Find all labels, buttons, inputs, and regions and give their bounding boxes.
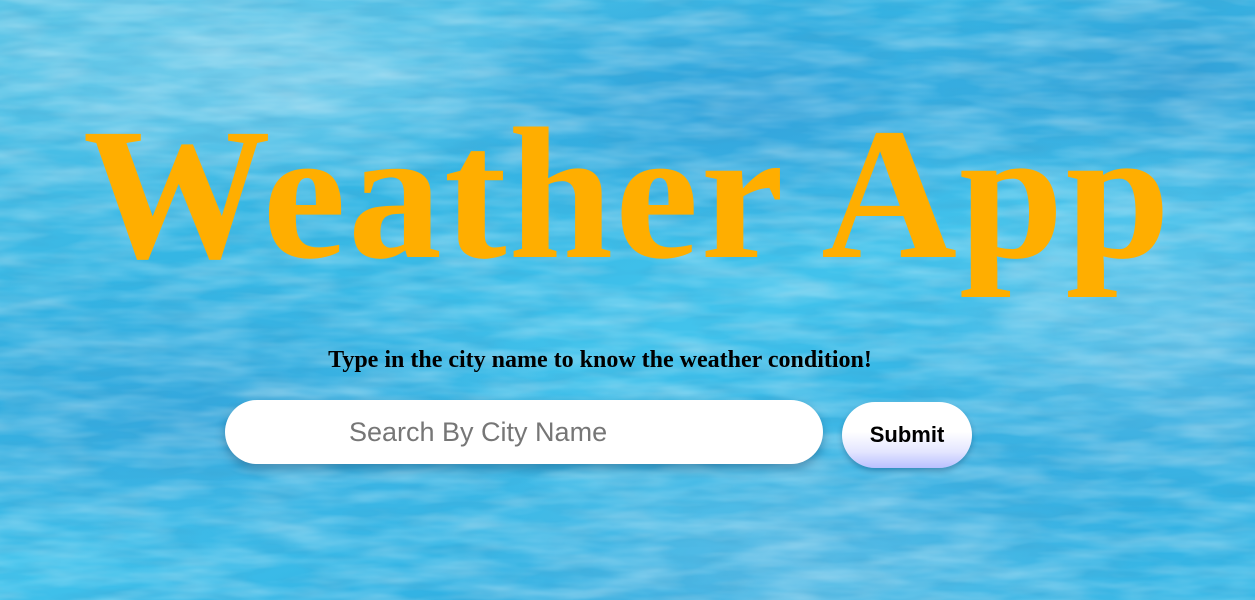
submit-button[interactable]: Submit — [842, 402, 972, 468]
app-title: Weather App — [82, 89, 1173, 298]
page-subtitle: Type in the city name to know the weathe… — [328, 347, 872, 373]
city-search-input[interactable] — [225, 400, 823, 464]
